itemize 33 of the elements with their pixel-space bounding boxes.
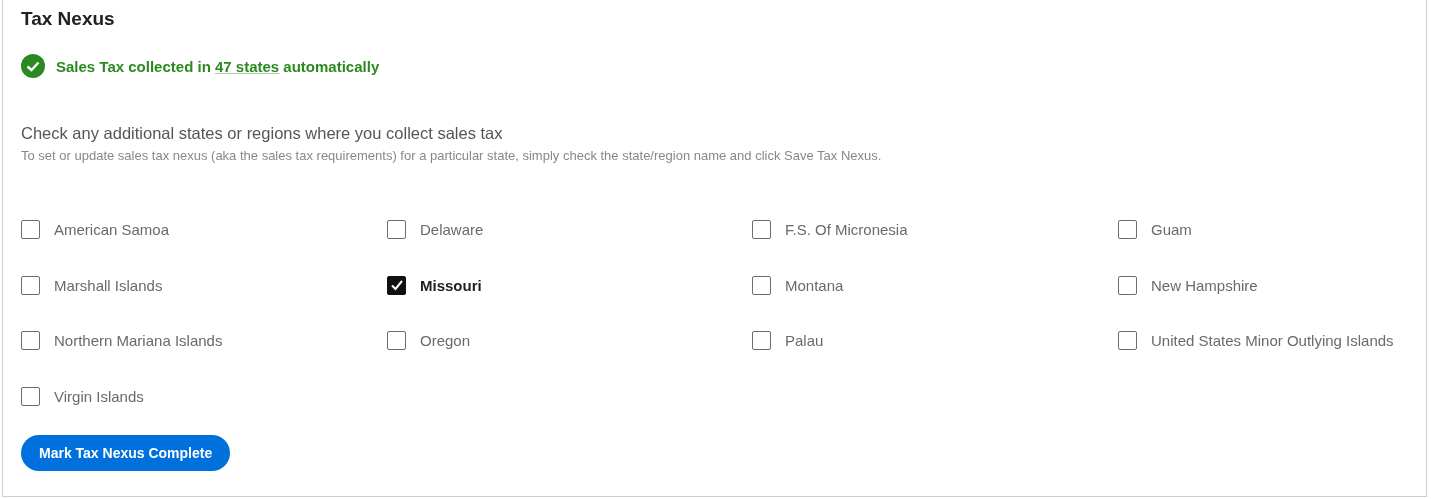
checkbox[interactable] (1118, 220, 1137, 240)
checkbox[interactable] (1118, 275, 1137, 295)
region-label: Oregon (420, 332, 471, 350)
checkbox[interactable] (387, 331, 406, 351)
region-label: Northern Mariana Islands (54, 332, 223, 350)
region-label: Montana (785, 276, 844, 294)
instructions-text: To set or update sales tax nexus (aka the sales tax requirements) for a particular state, simply check the state/region name and click Save Tax Nexus. (21, 148, 882, 163)
region-label: Marshall Islands (54, 276, 163, 294)
region-label: United States Minor Outlying Islands (1151, 332, 1394, 350)
checkbox[interactable] (752, 331, 771, 351)
check-circle-icon (21, 54, 45, 78)
mark-complete-button[interactable]: Mark Tax Nexus Complete (21, 435, 231, 471)
region-label: Virgin Islands (54, 387, 144, 405)
checkbox[interactable] (1118, 331, 1137, 351)
region-label: Delaware (420, 221, 484, 239)
region-label: Missouri (420, 276, 482, 294)
checkbox[interactable] (21, 331, 40, 351)
checkbox[interactable] (387, 275, 406, 295)
region-label: Palau (785, 332, 824, 350)
checkbox[interactable] (21, 220, 40, 240)
region-label: American Samoa (54, 221, 170, 239)
checkbox[interactable] (21, 275, 40, 295)
states-link[interactable]: 47 states (214, 57, 280, 75)
status-message: Sales Tax collected in 47 states automatically (56, 57, 380, 75)
section-title: Tax Nexus (21, 8, 115, 30)
region-label: Guam (1151, 221, 1192, 239)
region-label: F.S. Of Micronesia (785, 221, 908, 239)
instructions-heading: Check any additional states or regions where you collect sales tax (21, 124, 503, 143)
checkbox[interactable] (21, 386, 40, 406)
checkbox[interactable] (752, 220, 771, 240)
region-label: New Hampshire (1151, 276, 1258, 294)
checkbox[interactable] (752, 275, 771, 295)
checkbox[interactable] (387, 220, 406, 240)
